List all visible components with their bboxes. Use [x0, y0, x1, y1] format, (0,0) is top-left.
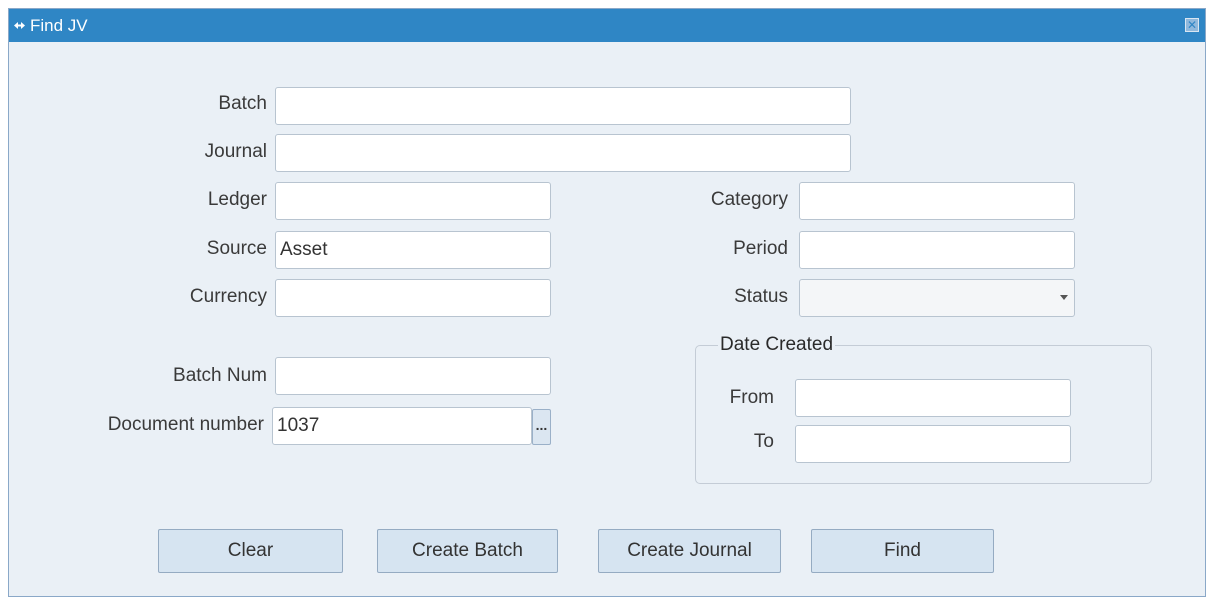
find-button[interactable]: Find [811, 529, 994, 573]
batch-field[interactable] [275, 87, 851, 125]
batch-label: Batch [218, 93, 267, 114]
ledger-field[interactable] [275, 182, 551, 220]
find-jv-window: Find JV ✕ Batch Journal Ledger Source Cu… [8, 8, 1206, 597]
period-field[interactable] [799, 231, 1075, 269]
window-title: Find JV [30, 16, 88, 35]
journal-label: Journal [204, 141, 267, 162]
status-dropdown[interactable] [799, 279, 1075, 317]
date-from-label: From [729, 387, 774, 408]
title-bar: Find JV ✕ [9, 9, 1205, 42]
create-batch-button[interactable]: Create Batch [377, 529, 558, 573]
create-journal-button[interactable]: Create Journal [598, 529, 781, 573]
clear-button[interactable]: Clear [158, 529, 343, 573]
status-label: Status [734, 286, 788, 307]
category-field[interactable] [799, 182, 1075, 220]
window-menu-icon[interactable] [14, 20, 25, 31]
currency-label: Currency [189, 286, 267, 307]
document-number-lov-button[interactable]: ... [532, 409, 551, 445]
batch-num-field[interactable] [275, 357, 551, 395]
source-field[interactable] [275, 231, 551, 269]
close-icon[interactable]: ✕ [1185, 18, 1199, 32]
batch-num-label: Batch Num [173, 365, 267, 386]
ledger-label: Ledger [207, 189, 267, 210]
chevron-down-icon [1060, 295, 1068, 300]
source-label: Source [206, 238, 267, 259]
date-to-field[interactable] [795, 425, 1071, 463]
date-created-title: Date Created [718, 334, 836, 356]
date-from-field[interactable] [795, 379, 1071, 417]
date-to-label: To [753, 431, 774, 452]
document-number-field[interactable] [272, 407, 532, 445]
journal-field[interactable] [275, 134, 851, 172]
document-number-label: Document number [107, 414, 264, 435]
category-label: Category [710, 189, 788, 210]
period-label: Period [733, 238, 788, 259]
currency-field[interactable] [275, 279, 551, 317]
